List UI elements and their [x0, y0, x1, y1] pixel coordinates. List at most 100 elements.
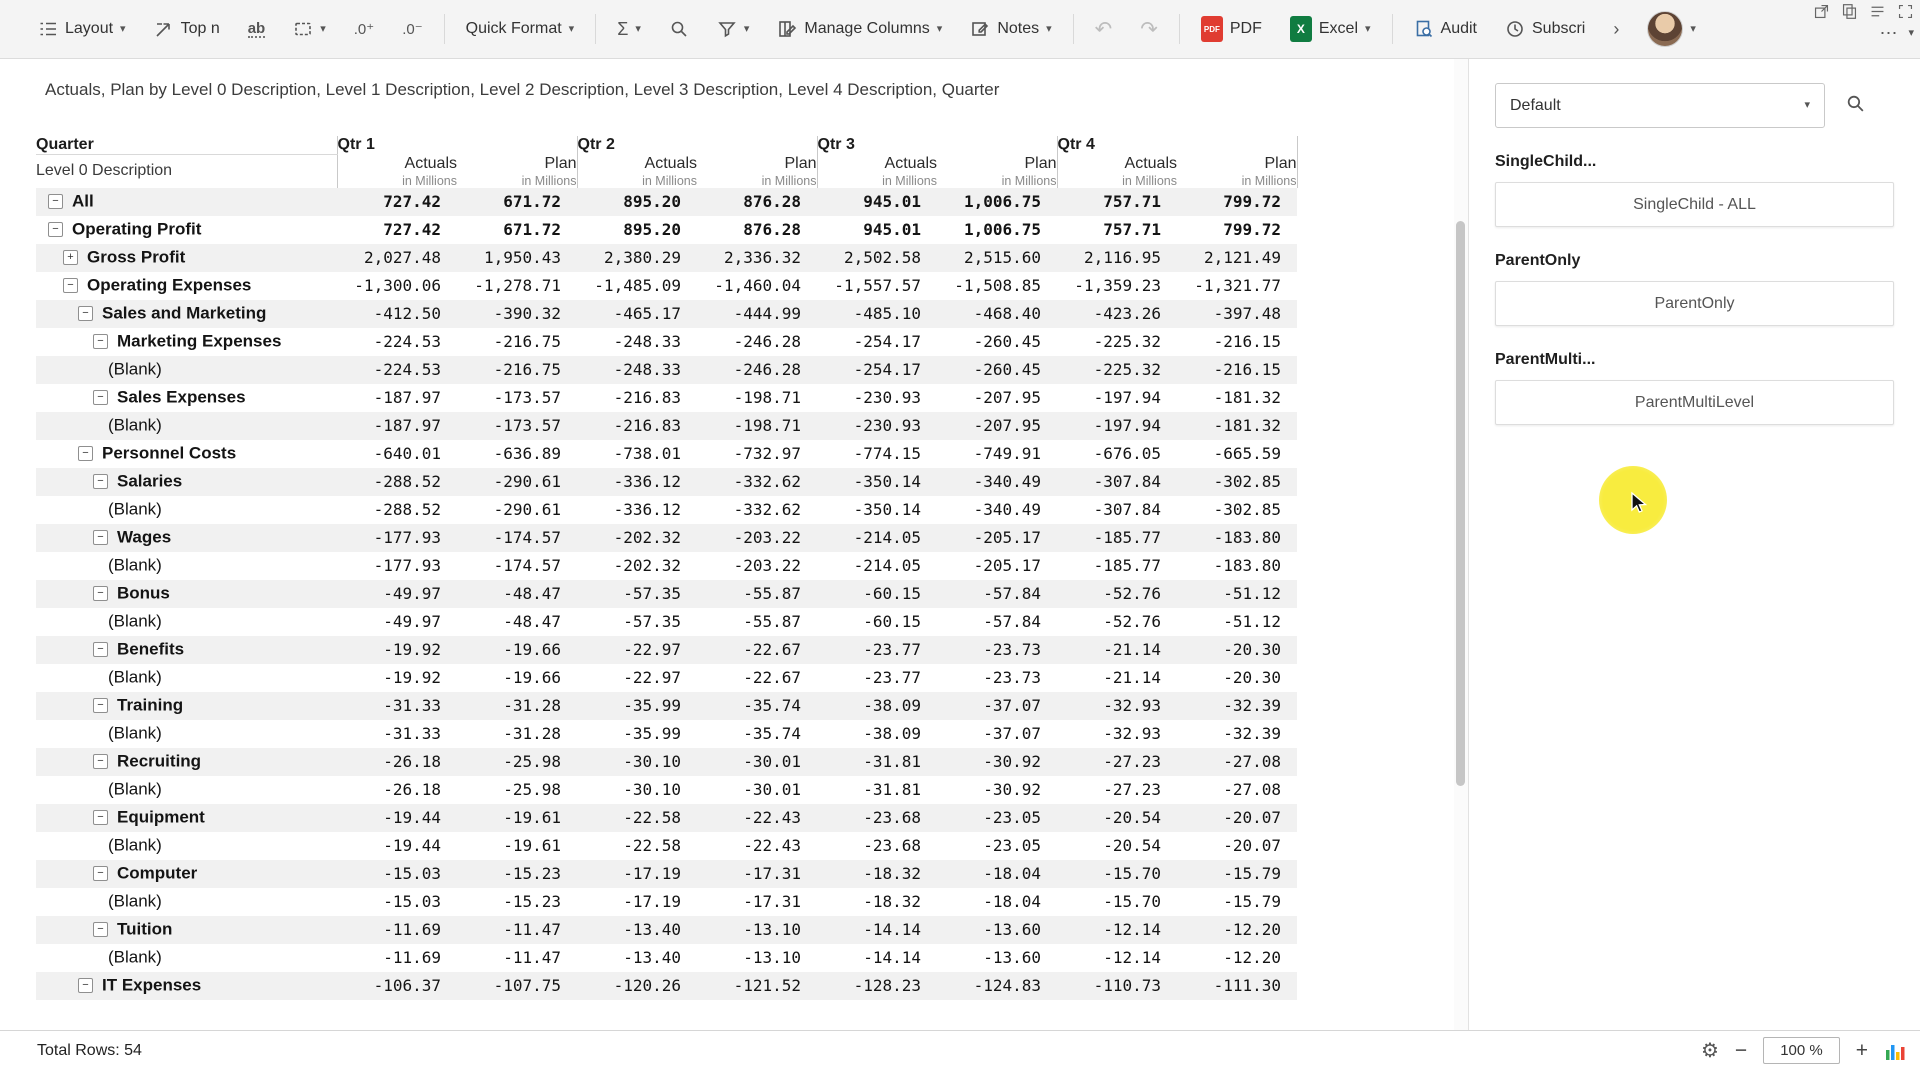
quarter-header: Qtr 2 [577, 136, 817, 155]
collapse-icon[interactable]: − [93, 642, 108, 657]
collapse-icon[interactable]: − [93, 698, 108, 713]
value-cell: -13.40 [577, 944, 697, 972]
measure-header: Actualsin Millions [817, 155, 937, 188]
top-n-button[interactable]: Top n [142, 13, 232, 45]
value-cell: -52.76 [1057, 580, 1177, 608]
collapse-icon[interactable]: − [93, 810, 108, 825]
value-cell: -20.30 [1177, 636, 1297, 664]
value-cell: -636.89 [457, 440, 577, 468]
gear-icon[interactable]: ⚙ [1701, 1041, 1719, 1061]
audit-button[interactable]: Audit [1402, 13, 1489, 45]
scrollbar-thumb[interactable] [1456, 221, 1465, 786]
redo-icon: ↷ [1140, 19, 1158, 40]
vertical-scrollbar[interactable] [1454, 59, 1468, 1030]
quick-format-button[interactable]: Quick Format ▾ [454, 14, 587, 44]
collapse-icon[interactable]: − [93, 474, 108, 489]
value-cell: -390.32 [457, 300, 577, 328]
redo-button[interactable]: ↷ [1128, 13, 1170, 46]
toolbar: Layout ▾ Top n ab ▾ .0⁺ .0⁻ Quick Format… [0, 0, 1920, 59]
row-label: IT Expenses [102, 976, 201, 995]
value-cell: -25.98 [457, 748, 577, 776]
top-n-label: Top n [181, 20, 220, 38]
abbreviate-button[interactable]: ab [236, 15, 278, 44]
value-cell: -214.05 [817, 552, 937, 580]
measure-header: Planin Millions [1177, 155, 1297, 188]
value-cell: -1,508.85 [937, 272, 1057, 300]
collapse-icon[interactable]: − [93, 922, 108, 937]
panel-item[interactable]: ParentOnly [1495, 281, 1894, 326]
measure-header-row: Level 0 Description Actualsin MillionsPl… [36, 155, 1297, 188]
subscribe-button[interactable]: Subscri [1493, 13, 1597, 45]
collapse-icon[interactable]: − [93, 334, 108, 349]
manage-columns-icon [777, 19, 797, 39]
value-cell: -465.17 [577, 300, 697, 328]
clock-icon [1505, 19, 1525, 39]
value-cell: -22.97 [577, 664, 697, 692]
table-row: (Blank)-187.97-173.57-216.83-198.71-230.… [36, 412, 1297, 440]
collapse-icon[interactable]: − [48, 222, 63, 237]
value-cell: -38.09 [817, 720, 937, 748]
open-external-icon[interactable] [1813, 3, 1830, 20]
zoom-in-button[interactable]: + [1856, 1040, 1868, 1061]
table-row: +Gross Profit2,027.481,950.432,380.292,3… [36, 244, 1297, 272]
collapse-icon[interactable]: − [93, 390, 108, 405]
list-icon[interactable] [1869, 3, 1886, 20]
value-cell: -246.28 [697, 328, 817, 356]
measure-header: Actualsin Millions [1057, 155, 1177, 188]
value-cell: -19.61 [457, 804, 577, 832]
table-row: (Blank)-26.18-25.98-30.10-30.01-31.81-30… [36, 776, 1297, 804]
cell-format-button[interactable]: ▾ [281, 13, 338, 45]
chevron-down-icon[interactable]: ▾ [1908, 28, 1914, 39]
panel-search-button[interactable] [1845, 93, 1866, 119]
pdf-export-button[interactable]: PDF PDF [1189, 10, 1274, 48]
collapse-icon[interactable]: − [78, 306, 93, 321]
collapse-icon[interactable]: − [78, 446, 93, 461]
copy-icon[interactable] [1841, 3, 1858, 20]
expand-icon[interactable]: + [63, 250, 78, 265]
row-label: (Blank) [108, 360, 162, 379]
value-cell: -173.57 [457, 384, 577, 412]
increase-decimal-button[interactable]: .0⁺ [342, 16, 386, 43]
value-cell: -37.07 [937, 692, 1057, 720]
table-row: −Sales and Marketing-412.50-390.32-465.1… [36, 300, 1297, 328]
value-cell: -246.28 [697, 356, 817, 384]
manage-columns-button[interactable]: Manage Columns ▾ [765, 13, 954, 45]
value-cell: -23.77 [817, 636, 937, 664]
search-button[interactable] [657, 13, 701, 45]
user-menu-button[interactable]: ▾ [1635, 5, 1708, 53]
collapse-icon[interactable]: − [48, 194, 63, 209]
expand-icon[interactable] [1897, 3, 1914, 20]
value-cell: -37.07 [937, 720, 1057, 748]
filter-button[interactable]: ▾ [705, 13, 762, 45]
collapse-icon[interactable]: − [63, 278, 78, 293]
sum-button[interactable]: Σ ▾ [605, 14, 653, 44]
avatar [1647, 11, 1683, 47]
panel-item[interactable]: SingleChild - ALL [1495, 182, 1894, 227]
chevron-down-icon: ▾ [744, 24, 750, 35]
notes-button[interactable]: Notes ▾ [958, 13, 1063, 45]
quick-format-label: Quick Format [466, 20, 562, 38]
view-dropdown[interactable]: Default ▾ [1495, 83, 1825, 128]
collapse-icon[interactable]: − [93, 586, 108, 601]
excel-export-button[interactable]: X Excel ▾ [1278, 10, 1383, 48]
collapse-icon[interactable]: − [78, 978, 93, 993]
row-label: All [72, 192, 94, 211]
decrease-decimal-button[interactable]: .0⁻ [390, 16, 434, 43]
toolbar-overflow-button[interactable]: › [1601, 14, 1631, 44]
panel-item[interactable]: ParentMultiLevel [1495, 380, 1894, 425]
value-cell: -216.15 [1177, 356, 1297, 384]
report-title: Actuals, Plan by Level 0 Description, Le… [0, 59, 1454, 100]
undo-button[interactable]: ↶ [1083, 13, 1125, 46]
value-cell: -21.14 [1057, 636, 1177, 664]
row-label: (Blank) [108, 500, 162, 519]
value-cell: -332.62 [697, 468, 817, 496]
zoom-out-button[interactable]: − [1735, 1040, 1747, 1061]
collapse-icon[interactable]: − [93, 530, 108, 545]
collapse-icon[interactable]: − [93, 866, 108, 881]
collapse-icon[interactable]: − [93, 754, 108, 769]
value-cell: -11.47 [457, 916, 577, 944]
value-cell: -49.97 [337, 580, 457, 608]
row-label-cell: (Blank) [36, 720, 337, 748]
more-options-icon[interactable]: ⋯ [1879, 24, 1897, 42]
layout-button[interactable]: Layout ▾ [26, 13, 138, 45]
